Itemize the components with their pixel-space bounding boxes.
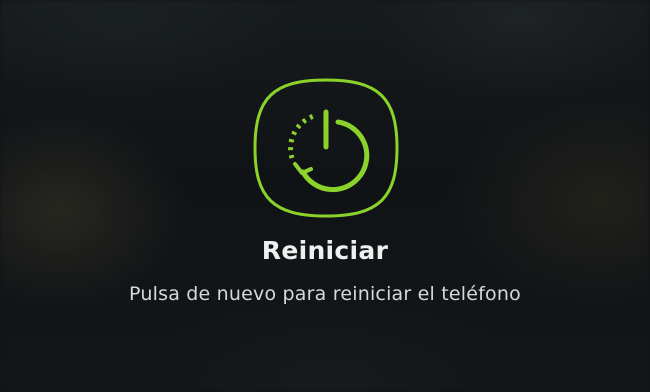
restart-power-icon	[253, 78, 399, 218]
dialog-subtitle: Pulsa de nuevo para reiniciar el teléfon…	[129, 283, 521, 305]
restart-button[interactable]	[251, 76, 401, 220]
dialog-title: Reiniciar	[261, 236, 389, 265]
